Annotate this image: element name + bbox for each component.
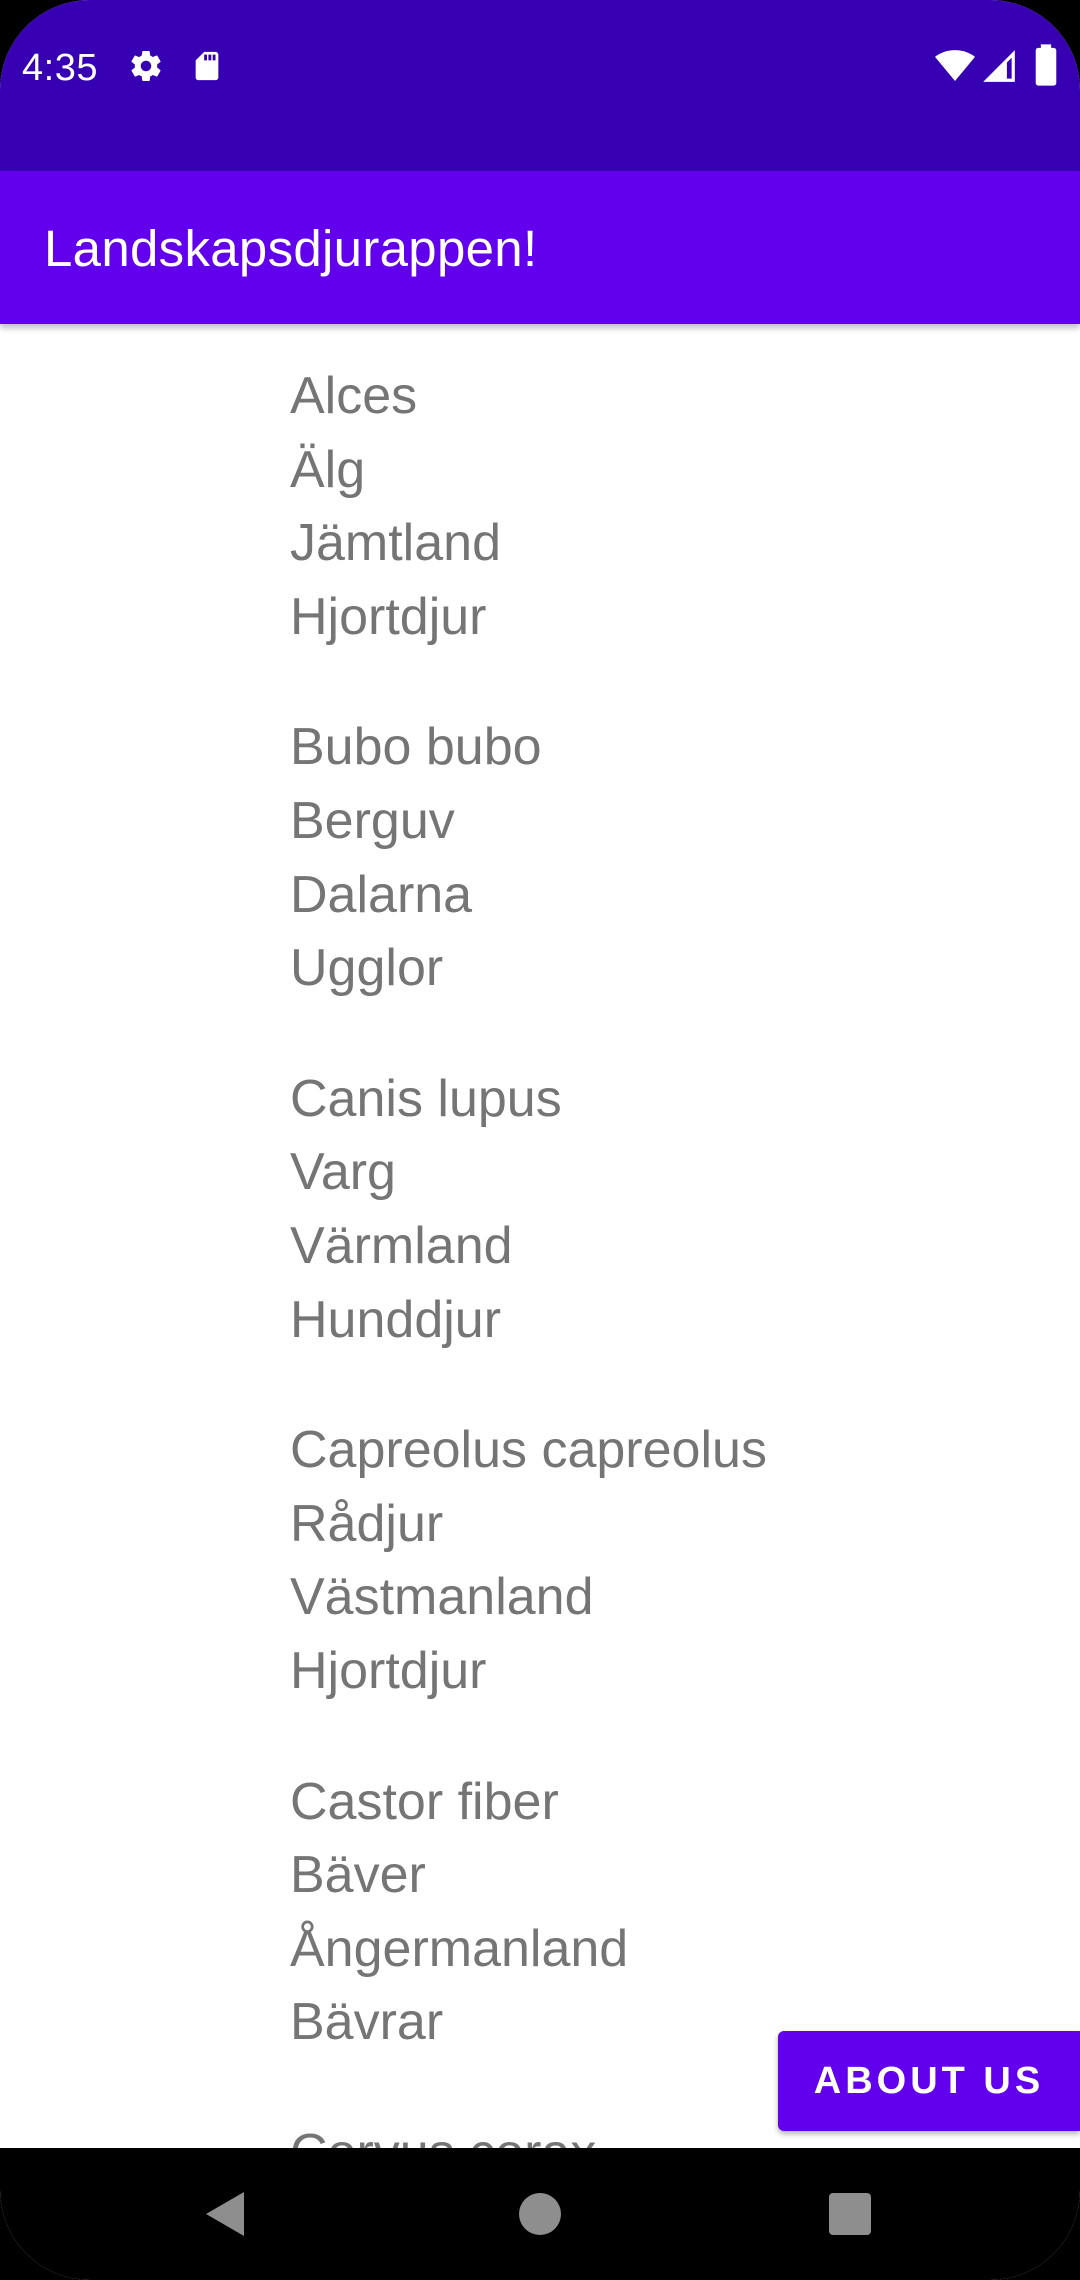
swedish-name: Bäver bbox=[290, 1846, 426, 1905]
cell-signal-icon bbox=[980, 46, 1018, 91]
province: Jämtland bbox=[290, 514, 501, 573]
recents-icon[interactable] bbox=[820, 2184, 880, 2244]
latin-name: Bubo bubo bbox=[290, 718, 542, 777]
list-item[interactable]: Bubo bubo Berguv Dalarna Ugglor bbox=[290, 711, 767, 1005]
list-item[interactable]: Canis lupus Varg Värmland Hunddjur bbox=[290, 1063, 767, 1357]
animal-list[interactable]: Alces Älg Jämtland Hjortdjur Bubo bubo B… bbox=[290, 360, 767, 2148]
province: Dalarna bbox=[290, 865, 473, 924]
latin-name: Alces bbox=[290, 367, 418, 425]
latin-name: Corvus corax bbox=[290, 2117, 767, 2148]
phone-screen: 4:35 Landskapsdjurappen! Alces Älg Jämtl… bbox=[0, 0, 1080, 2280]
sd-card-icon bbox=[190, 48, 224, 89]
list-item[interactable]: Capreolus capreolus Rådjur Västmanland H… bbox=[290, 1414, 767, 1708]
province: Värmland bbox=[290, 1216, 513, 1275]
list-item[interactable]: Alces Älg Jämtland Hjortdjur bbox=[290, 360, 767, 654]
app-bar: Landskapsdjurappen! bbox=[0, 171, 1080, 324]
home-icon[interactable] bbox=[510, 2184, 570, 2244]
latin-name: Castor fiber bbox=[290, 1772, 559, 1831]
family: Hunddjur bbox=[290, 1290, 502, 1349]
swedish-name: Rådjur bbox=[290, 1494, 444, 1553]
province: Ångermanland bbox=[290, 1919, 629, 1978]
list-item[interactable]: Castor fiber Bäver Ångermanland Bävrar bbox=[290, 1766, 767, 2060]
family: Hjortdjur bbox=[290, 587, 487, 646]
animal-list-container[interactable]: Alces Älg Jämtland Hjortdjur Bubo bubo B… bbox=[0, 324, 1080, 2148]
family: Ugglor bbox=[290, 939, 444, 998]
wifi-icon bbox=[934, 46, 976, 91]
status-time: 4:35 bbox=[22, 47, 98, 89]
swedish-name: Älg bbox=[290, 440, 366, 499]
swedish-name: Berguv bbox=[290, 791, 455, 850]
status-bar: 4:35 bbox=[0, 0, 1080, 171]
family: Bävrar bbox=[290, 1993, 444, 2052]
province: Västmanland bbox=[290, 1568, 594, 1627]
gear-icon bbox=[128, 48, 164, 89]
navigation-bar bbox=[0, 2148, 1080, 2280]
latin-name: Canis lupus bbox=[290, 1069, 562, 1128]
app-title: Landskapsdjurappen! bbox=[44, 220, 538, 277]
family: Hjortdjur bbox=[290, 1641, 487, 1700]
swedish-name: Varg bbox=[290, 1143, 396, 1202]
latin-name: Capreolus capreolus bbox=[290, 1421, 767, 1480]
back-icon[interactable] bbox=[196, 2184, 256, 2244]
battery-icon bbox=[1034, 44, 1058, 91]
about-us-button[interactable]: ABOUT US bbox=[778, 2031, 1080, 2131]
list-item[interactable]: Corvus corax bbox=[290, 2117, 767, 2148]
